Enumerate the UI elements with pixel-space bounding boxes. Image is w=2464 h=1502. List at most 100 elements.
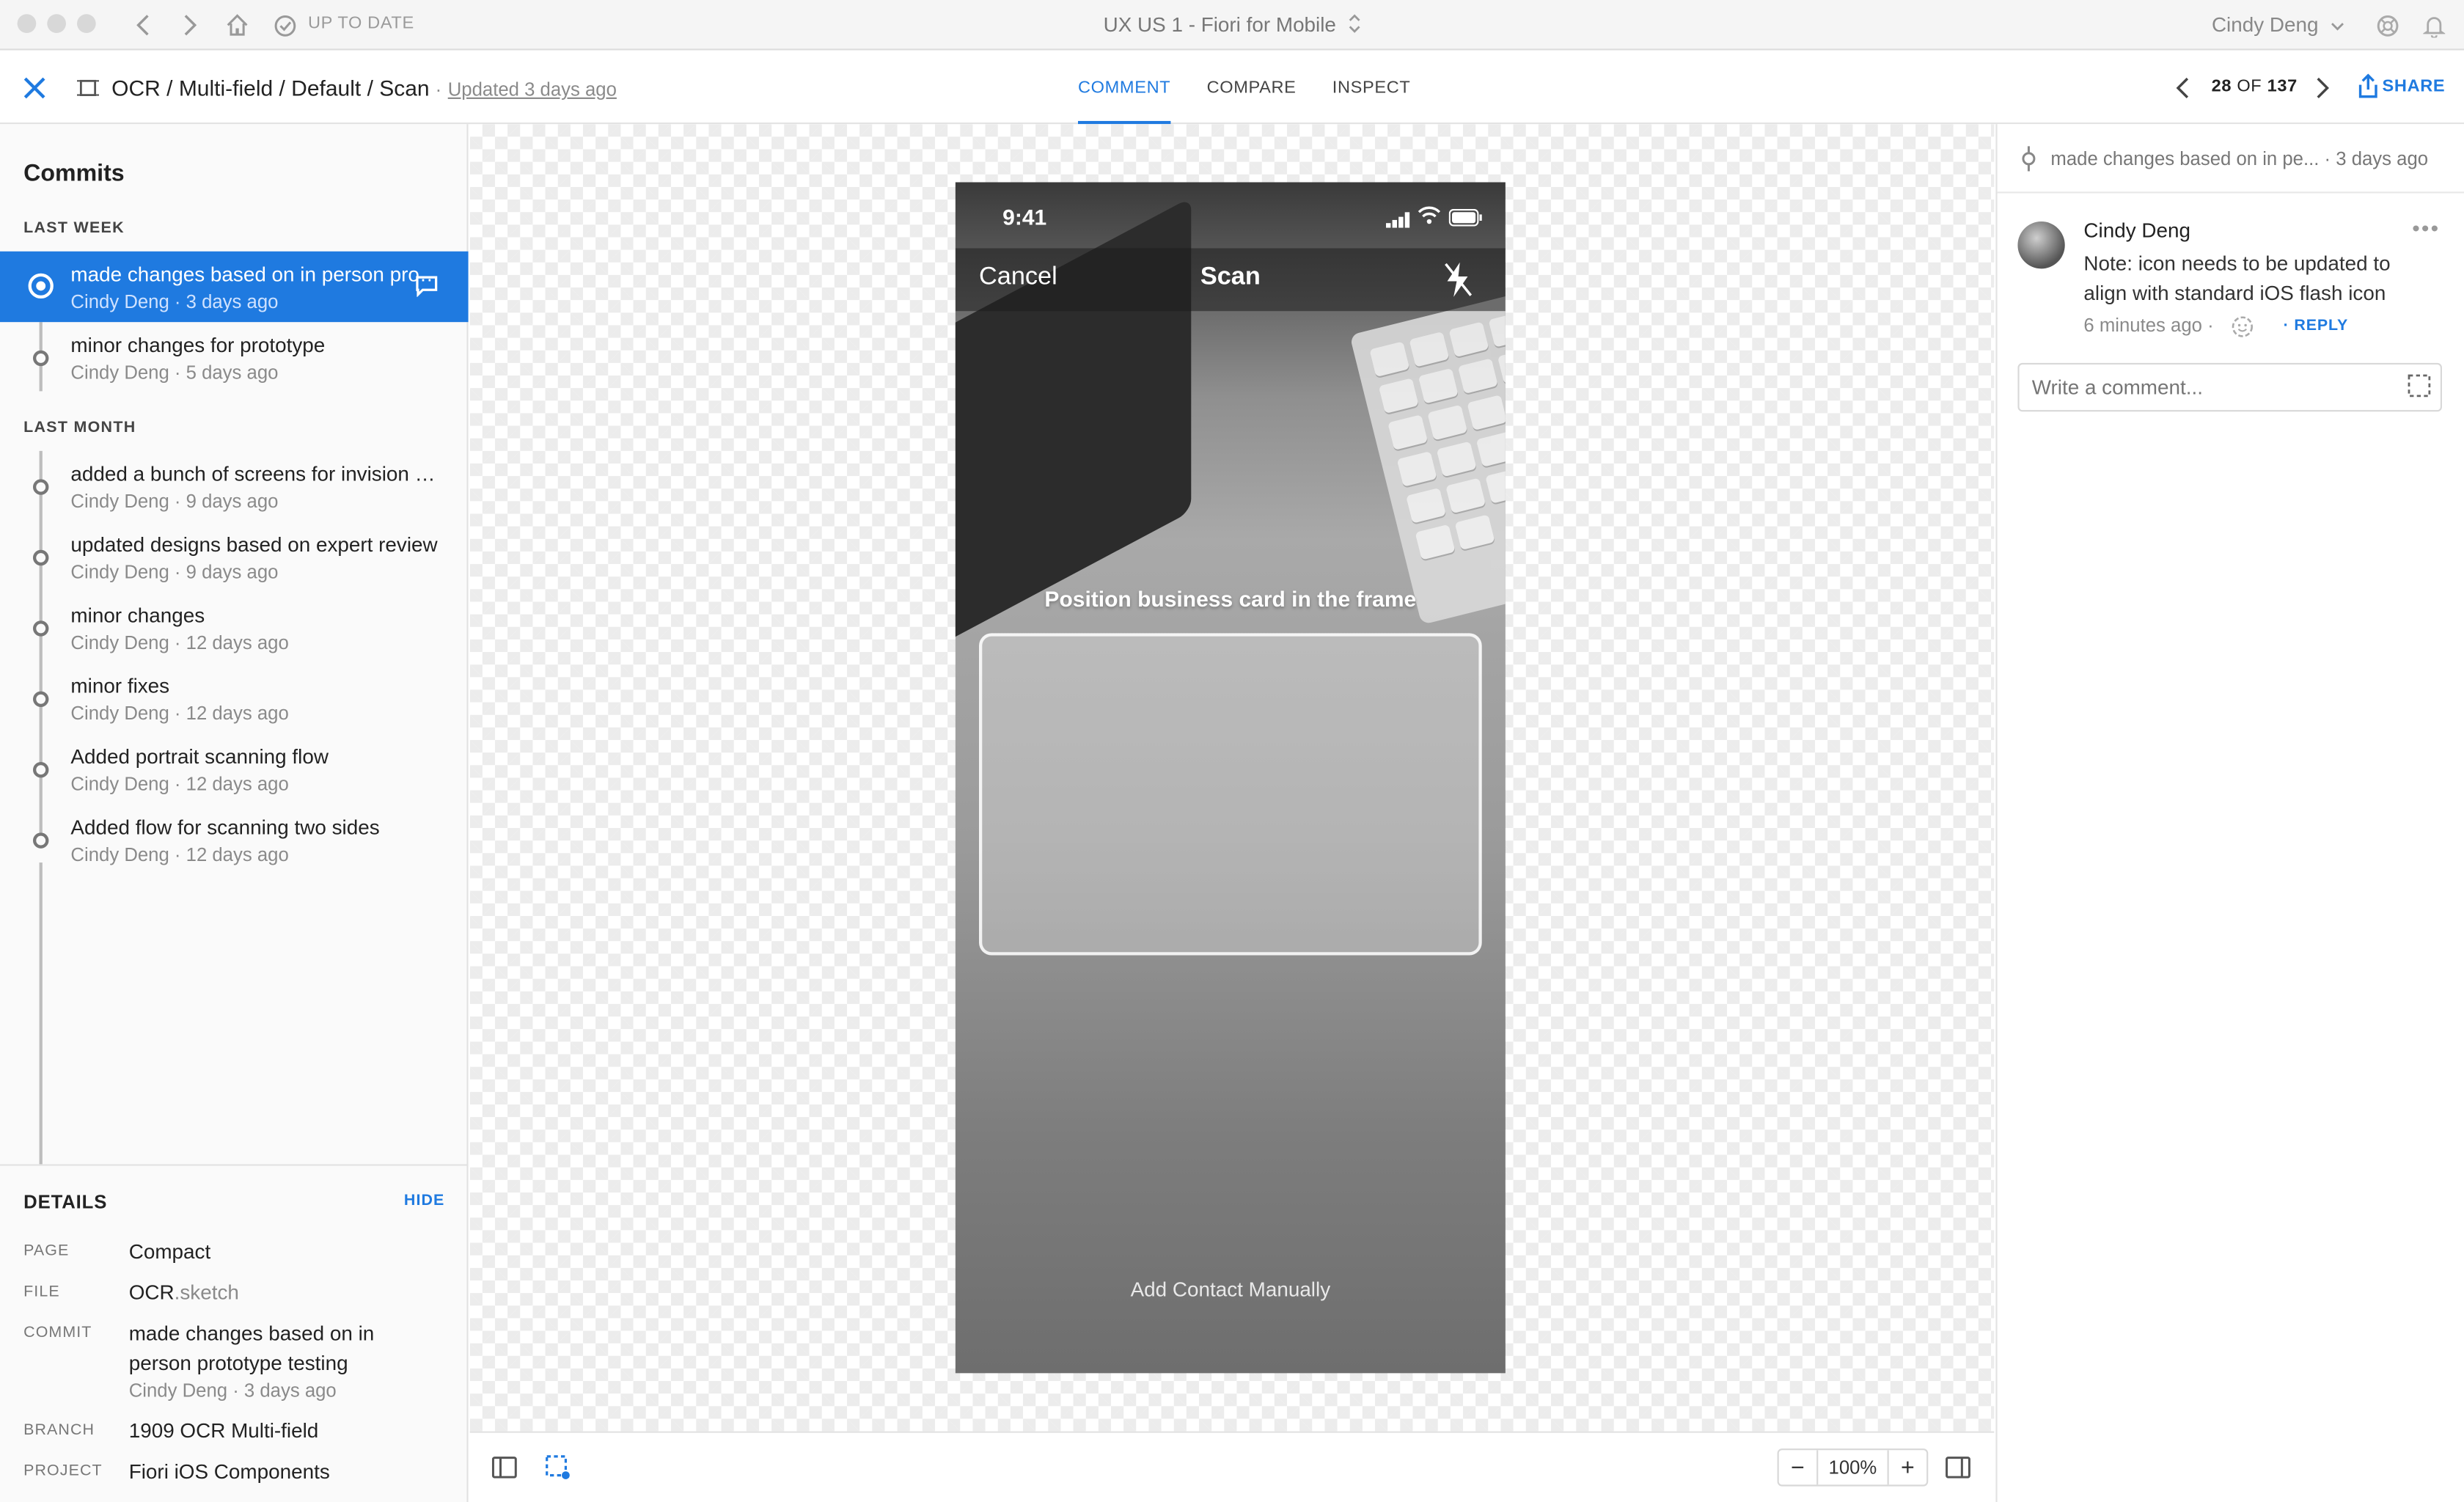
- add-reaction-icon[interactable]: [2232, 314, 2256, 345]
- zoom-out-button[interactable]: −: [1779, 1450, 1816, 1484]
- window-title[interactable]: UX US 1 - Fiori for Mobile: [0, 12, 2464, 40]
- hide-details-button[interactable]: HIDE: [404, 1193, 445, 1210]
- commit-message: minor changes for prototype: [70, 333, 326, 357]
- commit-item[interactable]: minor changes Cindy Deng · 12 days ago: [0, 593, 469, 663]
- comment-input[interactable]: [2017, 362, 2442, 412]
- project-value: Fiori iOS Components: [128, 1459, 330, 1484]
- updated-link[interactable]: Updated 3 days ago: [448, 78, 617, 100]
- commit-message: minor changes: [70, 603, 205, 627]
- commit-node-icon: [28, 273, 54, 299]
- tab-comment[interactable]: COMMENT: [1078, 52, 1171, 125]
- previous-artboard-icon[interactable]: [2175, 77, 2190, 107]
- flash-off-icon[interactable]: [1442, 261, 1474, 307]
- file-key: FILE: [23, 1283, 60, 1301]
- select-hotspot-icon[interactable]: [546, 1455, 571, 1488]
- commit-value-meta: Cindy Deng · 3 days ago: [128, 1379, 337, 1402]
- scan-frame: [979, 633, 1482, 956]
- comments-commit-title: made changes based on in pe... · 3 days …: [2050, 147, 2429, 170]
- app-window: UP TO DATE UX US 1 - Fiori for Mobile Ci…: [0, 0, 2464, 1502]
- comment-text: Note: icon needs to be updated to align …: [2083, 251, 2391, 305]
- commit-meta: Cindy Deng · 12 days ago: [70, 843, 289, 866]
- commit-meta: Cindy Deng · 12 days ago: [70, 772, 289, 795]
- title-bar: UP TO DATE UX US 1 - Fiori for Mobile Ci…: [0, 0, 2464, 51]
- zoom-level[interactable]: 100%: [1816, 1450, 1889, 1485]
- bell-icon[interactable]: [2420, 11, 2449, 40]
- commit-item[interactable]: minor changes for prototype Cindy Deng ·…: [0, 322, 469, 392]
- commit-item[interactable]: minor fixes Cindy Deng · 12 days ago: [0, 663, 469, 733]
- canvas-toolbar: − 100% +: [469, 1431, 1995, 1502]
- comment-time: 6 minutes ago ·: [2083, 314, 2214, 337]
- comments-panel: made changes based on in pe... · 3 days …: [1995, 124, 2464, 1502]
- toggle-right-panel-icon[interactable]: [1946, 1457, 1970, 1487]
- commit-value: made changes based on in person prototyp…: [128, 1321, 375, 1375]
- artboard-canvas[interactable]: 9:41 Cancel Scan Position business card …: [469, 124, 1995, 1432]
- ios-nav-bar: Cancel Scan: [955, 248, 1506, 312]
- add-contact-manually-button[interactable]: Add Contact Manually: [956, 1278, 1506, 1301]
- commit-item[interactable]: Added portrait scanning flow Cindy Deng …: [0, 733, 469, 804]
- commit-meta: Cindy Deng · 9 days ago: [70, 560, 279, 583]
- commit-node-icon: [33, 761, 49, 778]
- commit-node-icon: [33, 479, 49, 495]
- signal-icon: [1386, 208, 1411, 236]
- pager-of: OF: [2237, 76, 2262, 96]
- help-icon[interactable]: [2373, 11, 2402, 40]
- tab-compare[interactable]: COMPARE: [1207, 52, 1297, 125]
- share-icon[interactable]: [2357, 73, 2379, 107]
- commit-node-icon: [33, 832, 49, 849]
- commit-message: updated designs based on expert review: [70, 532, 438, 557]
- zoom-in-button[interactable]: +: [1889, 1450, 1926, 1484]
- comment-author: Cindy Deng: [2083, 218, 2191, 242]
- avatar: [2017, 221, 2065, 269]
- commits-title: Commits: [23, 160, 125, 187]
- next-artboard-icon[interactable]: [2314, 77, 2330, 107]
- commit-meta: Cindy Deng · 12 days ago: [70, 702, 289, 725]
- more-options-icon[interactable]: •••: [2412, 215, 2440, 240]
- commit-item[interactable]: added a bunch of screens for invision pr…: [0, 451, 469, 521]
- zoom-control: − 100% +: [1777, 1448, 1929, 1487]
- page-value: Compact: [128, 1239, 211, 1264]
- branch-value: 1909 OCR Multi-field: [128, 1418, 319, 1443]
- annotate-area-icon[interactable]: [2408, 374, 2432, 407]
- comment-bubble-icon[interactable]: [415, 275, 439, 305]
- user-menu[interactable]: Cindy Deng: [2212, 12, 2344, 36]
- view-tabs: COMMENT COMPARE INSPECT: [1078, 52, 1410, 125]
- commit-item[interactable]: updated designs based on expert review C…: [0, 521, 469, 592]
- comments-commit-header: made changes based on in pe... · 3 days …: [1997, 124, 2464, 194]
- background-keyboard-image: [1349, 289, 1506, 625]
- timeline-line: [39, 862, 43, 1165]
- commit-message: made changes based on in person prototyp…: [70, 262, 440, 286]
- commit-meta: Cindy Deng · 12 days ago: [70, 631, 289, 654]
- tab-inspect[interactable]: INSPECT: [1332, 52, 1411, 125]
- file-name: OCR: [128, 1280, 175, 1305]
- commit-message: Added portrait scanning flow: [70, 744, 329, 769]
- updown-chevron-icon: [1348, 12, 1360, 39]
- user-name: Cindy Deng: [2211, 12, 2319, 37]
- close-icon[interactable]: [23, 77, 45, 107]
- commit-node-icon: [33, 350, 49, 367]
- chevron-down-icon: [2331, 12, 2344, 36]
- group-label-last-month: LAST MONTH: [23, 419, 136, 437]
- reply-button[interactable]: · REPLY: [2284, 318, 2349, 335]
- commit-item[interactable]: Added flow for scanning two sides Cindy …: [0, 805, 469, 875]
- project-name: UX US 1 - Fiori for Mobile: [1103, 12, 1336, 37]
- commit-message: Added flow for scanning two sides: [70, 815, 380, 839]
- screen-title: Scan: [1200, 263, 1261, 291]
- pager-total: 137: [2267, 76, 2298, 96]
- artboard-pager: 28 OF 137: [2212, 77, 2298, 96]
- scan-instruction: Position business card in the frame: [1044, 586, 1417, 612]
- commit-node-icon: [33, 620, 49, 637]
- commit-item-selected[interactable]: made changes based on in person prototyp…: [0, 251, 469, 323]
- branch-key: BRANCH: [23, 1421, 95, 1440]
- wifi-icon: [1418, 204, 1441, 232]
- share-button[interactable]: SHARE: [2383, 77, 2446, 96]
- commit-key: COMMIT: [23, 1324, 92, 1342]
- commit-node-icon: [2021, 146, 2036, 179]
- document-header: OCR / Multi-field / Default / Scan · Upd…: [0, 51, 2464, 125]
- commit-meta: Cindy Deng · 3 days ago: [70, 290, 279, 313]
- toggle-left-panel-icon[interactable]: [491, 1457, 517, 1487]
- battery-icon: [1448, 206, 1484, 235]
- file-extension: .sketch: [174, 1280, 239, 1305]
- commit-meta: Cindy Deng · 5 days ago: [70, 361, 279, 384]
- commits-panel: Commits LAST WEEK made changes based on …: [0, 124, 469, 1502]
- file-value: OCR.sketch: [129, 1278, 239, 1308]
